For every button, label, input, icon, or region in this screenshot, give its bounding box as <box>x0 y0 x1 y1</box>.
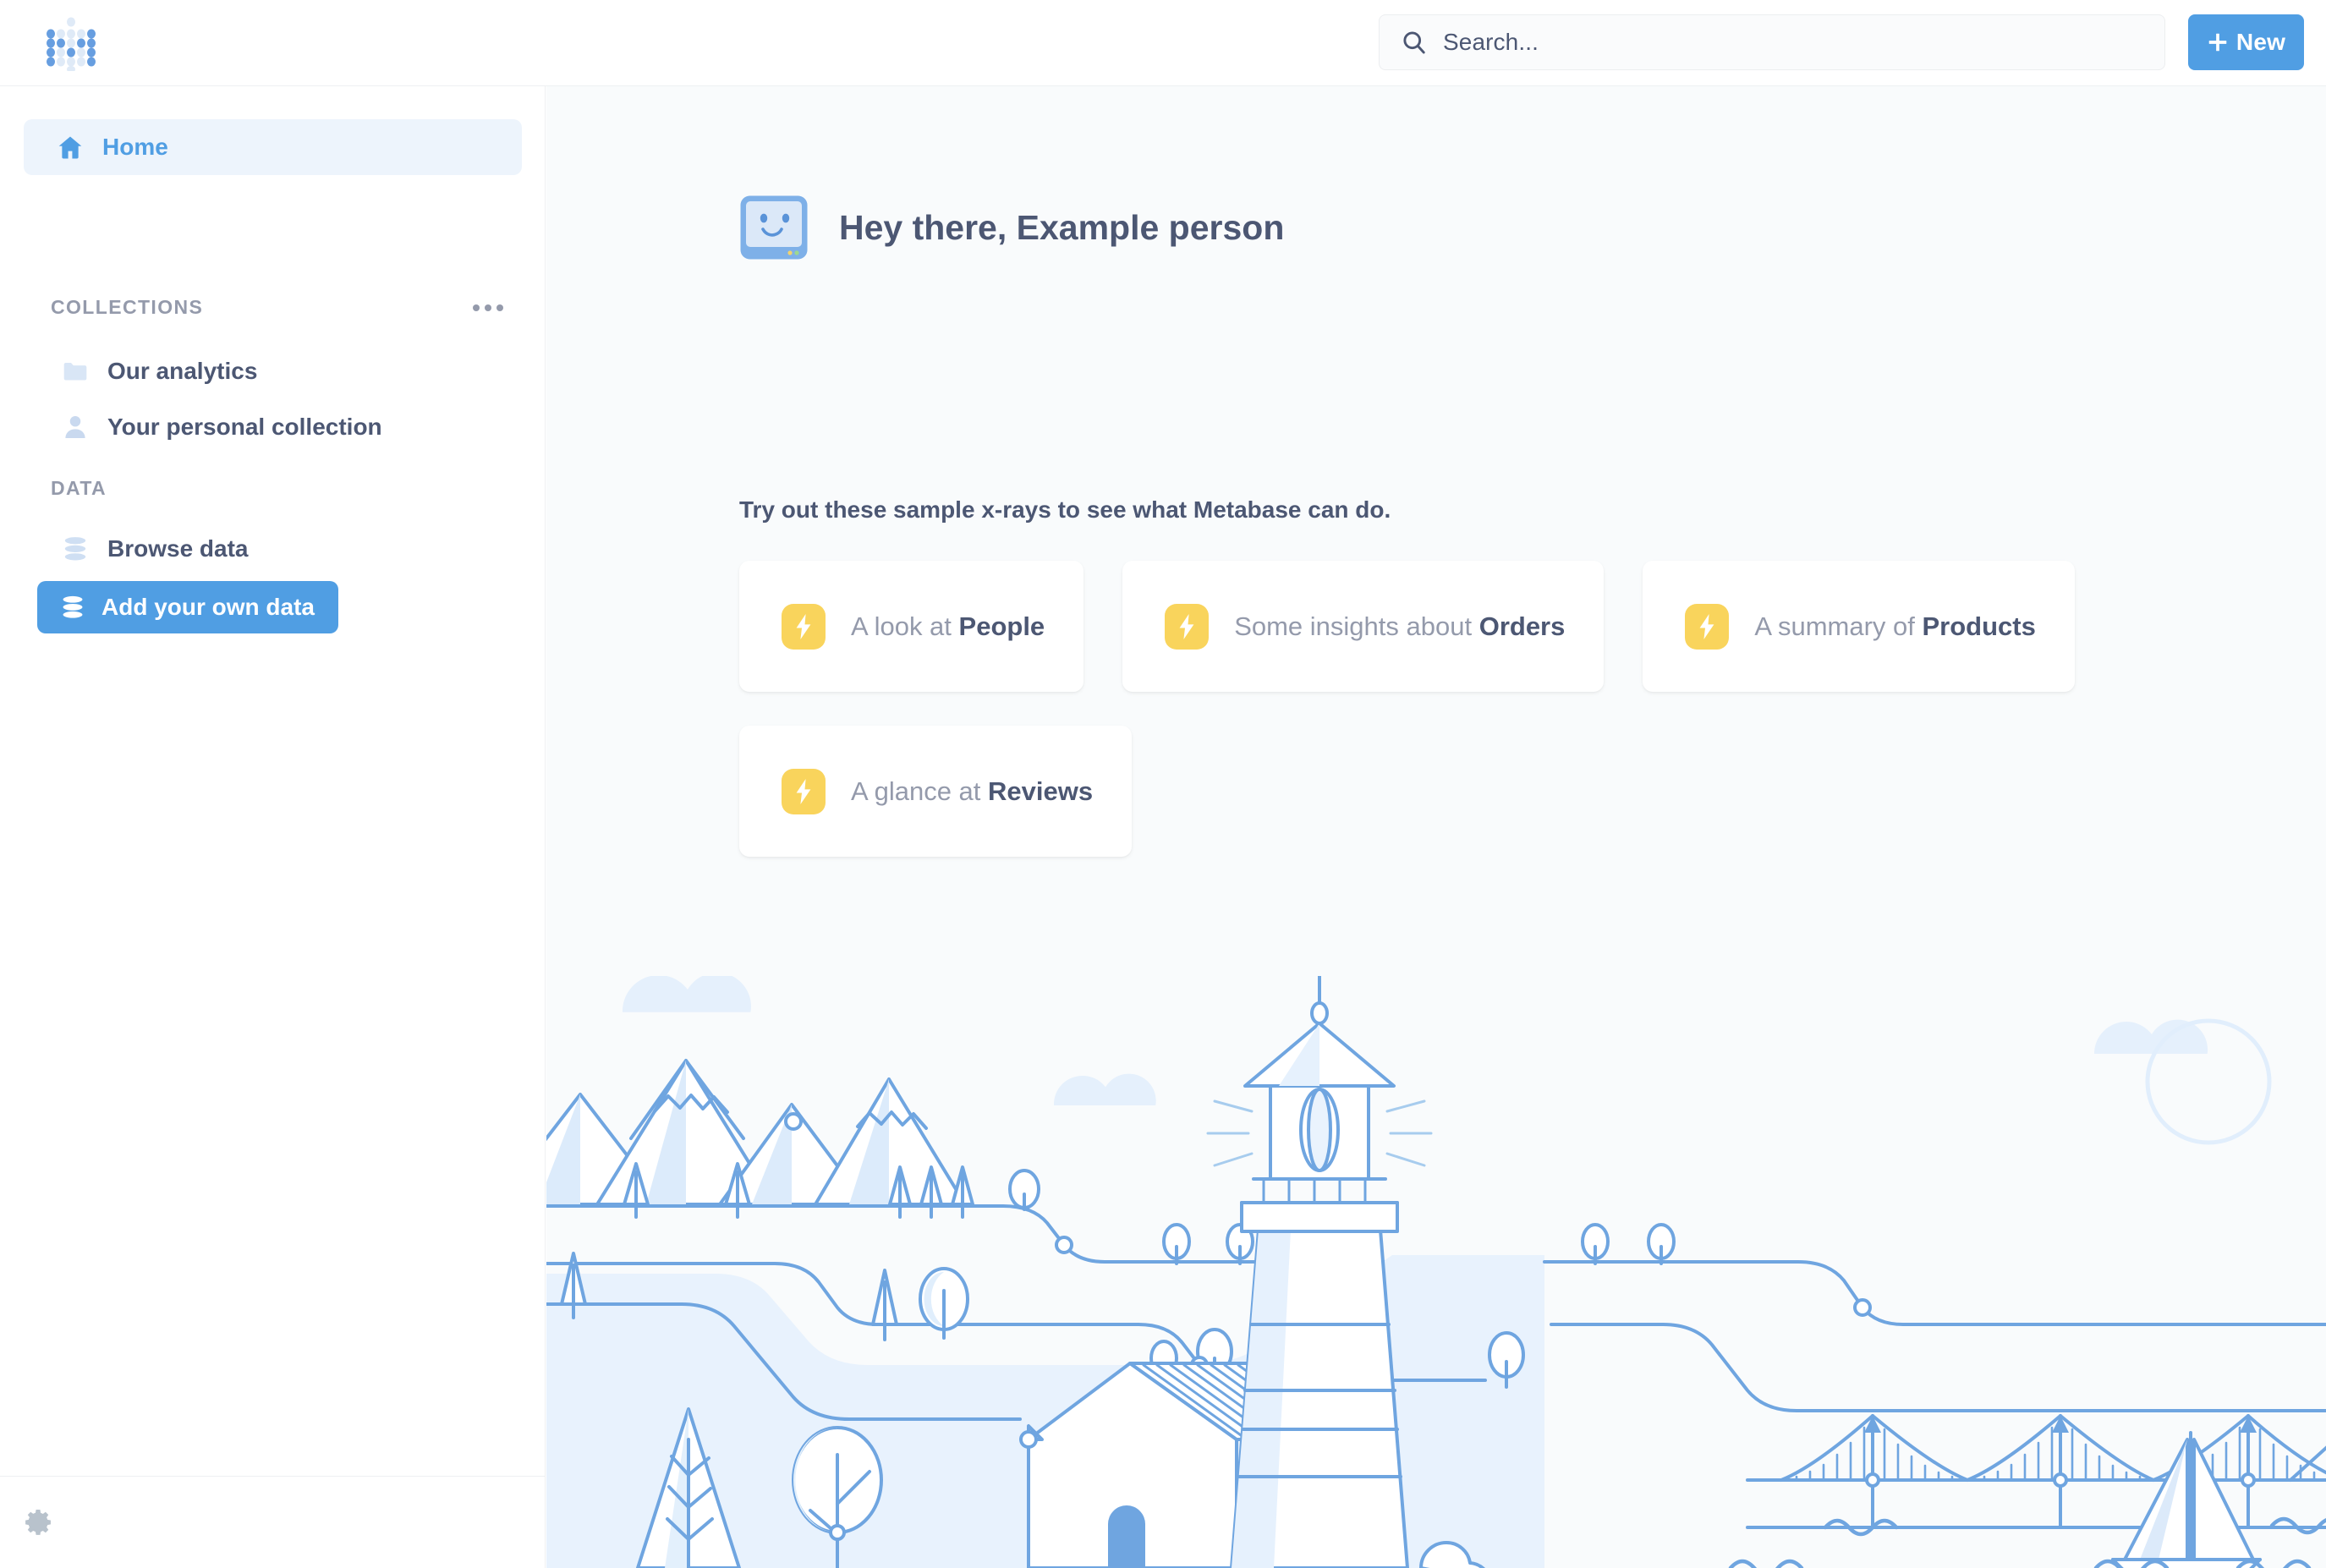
xray-entity: People <box>959 611 1045 641</box>
sidebar-item-our-analytics[interactable]: Our analytics <box>24 344 522 398</box>
trees-lower <box>562 1253 1523 1387</box>
greeting: Hey there, Example person <box>739 195 1284 260</box>
ridge-line-1 <box>546 1206 1460 1262</box>
main-content: Hey there, Example person Try out these … <box>546 86 2326 1568</box>
folder-icon <box>61 357 90 386</box>
sidebar-item-personal-collection[interactable]: Your personal collection <box>24 400 522 454</box>
bushes <box>1421 1543 1490 1568</box>
node-dot <box>786 1114 801 1129</box>
xray-card-products[interactable]: A summary of Products <box>1643 561 2074 692</box>
xray-entity: Orders <box>1479 611 1566 641</box>
search-input-placeholder[interactable]: Search... <box>1443 29 1539 56</box>
round-trees-right <box>1583 1225 1674 1264</box>
search-bar[interactable]: Search... <box>1379 14 2165 70</box>
metabase-logo[interactable] <box>44 17 98 71</box>
bolt-icon <box>782 604 826 650</box>
collections-more-icon[interactable] <box>466 298 510 318</box>
database-icon <box>61 535 90 563</box>
xray-card-grid: A look at People Some insights about Ord… <box>739 561 2177 891</box>
xray-card-reviews[interactable]: A glance at Reviews <box>739 726 1132 857</box>
xray-card-reviews-label: A glance at Reviews <box>851 776 1093 807</box>
xray-prefix: A summary of <box>1754 611 1922 641</box>
lighthouse <box>1208 976 1431 1568</box>
mountains <box>546 1061 965 1204</box>
river-fill <box>546 1255 1544 1568</box>
node-dot <box>1056 1237 1072 1253</box>
big-pine-tree <box>638 1409 739 1568</box>
suspension-bridge <box>1747 1416 2326 1527</box>
bolt-icon <box>1685 604 1729 650</box>
xray-card-products-label: A summary of Products <box>1754 611 2035 642</box>
top-navigation-bar: Search... New <box>0 0 2326 86</box>
xray-card-orders[interactable]: Some insights about Orders <box>1122 561 1604 692</box>
round-trees-ridge1 <box>1010 1171 1253 1264</box>
data-section-label: DATA <box>51 477 107 500</box>
xray-prefix: A look at <box>851 611 959 641</box>
ellipsis-dot <box>485 304 491 311</box>
house <box>1021 1363 1392 1568</box>
sidebar-item-browse-data[interactable]: Browse data <box>24 522 522 576</box>
bolt-icon <box>782 769 826 814</box>
ridge-line-2 <box>546 1264 1485 1380</box>
add-your-own-data-label: Add your own data <box>101 594 315 621</box>
home-icon <box>56 133 85 162</box>
add-your-own-data-button[interactable]: Add your own data <box>37 581 338 633</box>
sidebar-section-data: DATA <box>24 477 522 500</box>
xray-card-people[interactable]: A look at People <box>739 561 1083 692</box>
ridge-right-2 <box>1551 1324 2326 1411</box>
ellipsis-dot <box>496 304 503 311</box>
database-icon <box>59 594 86 621</box>
sailboat <box>2113 1433 2260 1568</box>
new-button-label: New <box>2236 29 2285 56</box>
person-icon <box>61 413 90 441</box>
node-dot <box>1192 1357 1207 1373</box>
greeting-text: Hey there, Example person <box>839 208 1284 248</box>
xray-entity: Products <box>1922 611 2035 641</box>
sidebar-item-personal-collection-label: Your personal collection <box>107 414 382 441</box>
xray-prefix: A glance at <box>851 776 988 806</box>
sidebar-item-home[interactable]: Home <box>24 119 522 175</box>
metabot-face-icon <box>739 195 809 260</box>
xray-card-people-label: A look at People <box>851 611 1045 642</box>
sidebar: Home COLLECTIONS Our analytics Your pers… <box>0 86 546 1568</box>
xray-section-heading: Try out these sample x-rays to see what … <box>739 496 1391 524</box>
sidebar-item-browse-data-label: Browse data <box>107 535 249 562</box>
clouds <box>623 976 2208 1105</box>
search-icon <box>1402 30 1427 55</box>
moon-icon <box>2148 1021 2269 1143</box>
sidebar-footer <box>0 1476 546 1568</box>
collections-section-label: COLLECTIONS <box>51 296 203 319</box>
new-button[interactable]: New <box>2188 14 2304 70</box>
xray-card-orders-label: Some insights about Orders <box>1234 611 1565 642</box>
ridge-line-3 <box>546 1304 1020 1419</box>
node-dot <box>1855 1300 1870 1315</box>
round-tree-bottom <box>793 1428 881 1568</box>
bolt-icon <box>1165 604 1209 650</box>
plus-icon <box>2207 31 2229 53</box>
xray-prefix: Some insights about <box>1234 611 1479 641</box>
sidebar-item-home-label: Home <box>102 134 168 161</box>
waves <box>1731 1519 2326 1568</box>
lighthouse-harbor-illustration <box>546 976 2326 1568</box>
ellipsis-dot <box>473 304 480 311</box>
sidebar-item-our-analytics-label: Our analytics <box>107 358 257 385</box>
gear-icon[interactable] <box>24 1507 54 1538</box>
ridge-right-1 <box>1544 1262 2326 1324</box>
pine-trees-upper <box>624 1164 973 1217</box>
right-slope <box>2290 1433 2326 1480</box>
metabase-dot-logo-icon <box>44 17 98 71</box>
sidebar-section-collections: COLLECTIONS <box>24 296 522 319</box>
xray-entity: Reviews <box>988 776 1093 806</box>
